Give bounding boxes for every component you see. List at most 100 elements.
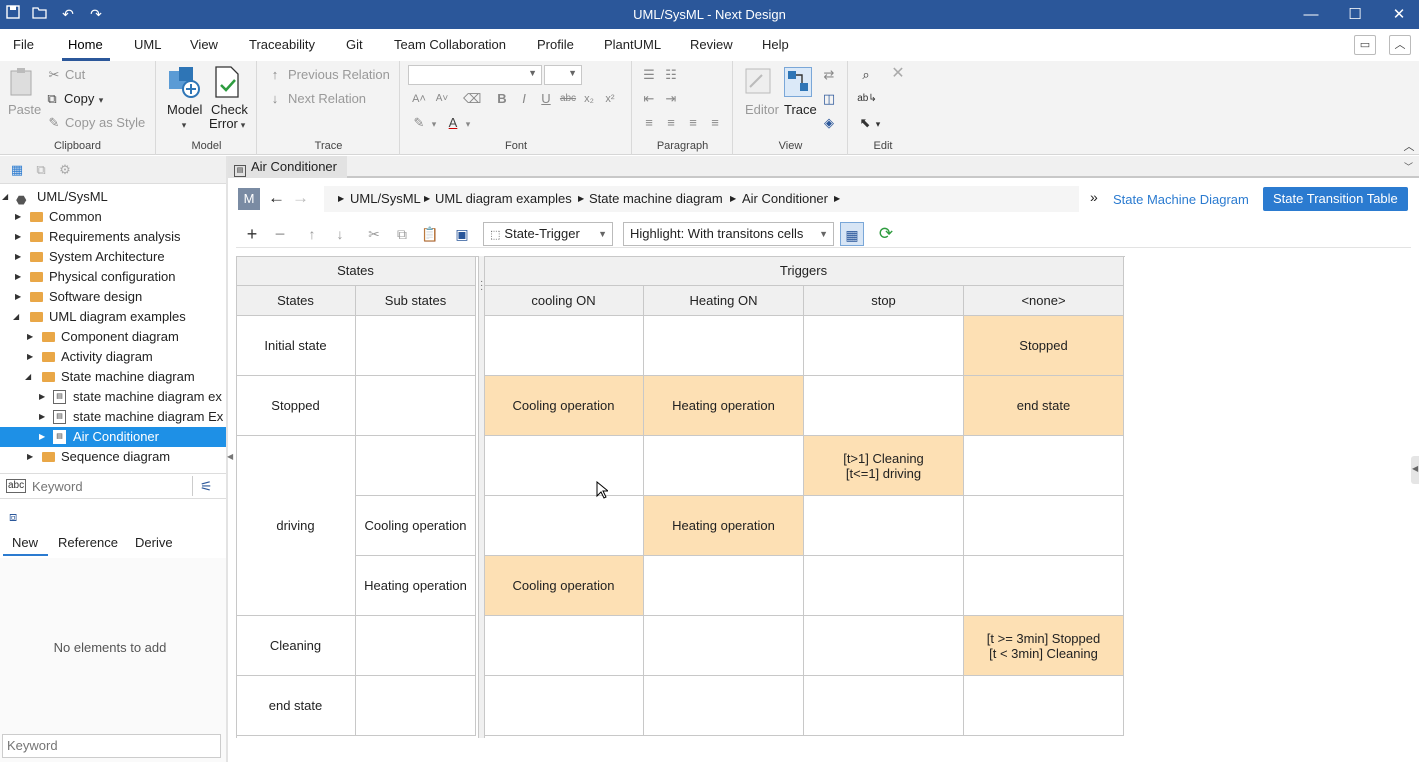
collapse-ribbon-icon[interactable]: ︿ <box>1389 35 1411 55</box>
empty-cell[interactable] <box>804 496 964 556</box>
tab-new[interactable]: New <box>12 535 38 550</box>
empty-cell[interactable] <box>484 496 644 556</box>
transition-cell[interactable]: Heating operation <box>644 496 804 556</box>
ribbon-collapse-icon[interactable]: ︿ <box>1402 139 1416 155</box>
expand-icon[interactable]: ◢ <box>25 367 31 387</box>
transition-cell[interactable]: Cooling operation <box>484 376 644 436</box>
chevron-down-icon[interactable]: ▾ <box>463 116 473 132</box>
trace-view-icon[interactable] <box>784 67 812 97</box>
tree-item[interactable]: ▶ ▤ state machine diagram ex <box>0 387 226 407</box>
empty-cell[interactable] <box>964 496 1124 556</box>
empty-cell[interactable] <box>644 616 804 676</box>
chevron-down-icon[interactable]: ▾ <box>96 92 106 108</box>
tree-item-selected[interactable]: ▶ ▤ Air Conditioner <box>0 427 226 447</box>
highlight-select[interactable]: Highlight: With transitons cells ▼ <box>623 222 834 246</box>
empty-cell[interactable] <box>644 316 804 376</box>
substate-cell[interactable] <box>356 676 476 736</box>
chevron-down-icon[interactable]: ▾ <box>238 117 248 133</box>
menu-plantuml[interactable]: PlantUML <box>604 37 661 52</box>
transition-cell[interactable]: Heating operation <box>644 376 804 436</box>
layout-icon[interactable]: ◫ <box>821 91 837 107</box>
chevron-down-icon[interactable]: ▾ <box>873 116 883 132</box>
previous-relation-button[interactable]: Previous Relation <box>288 67 390 82</box>
subscript-icon[interactable]: x₂ <box>582 91 596 107</box>
tree-item[interactable]: ◢ ⬣ UML/SysML <box>0 187 226 207</box>
copy-button[interactable]: Copy <box>64 91 94 106</box>
tab-air-conditioner[interactable]: ▤ Air Conditioner <box>228 156 347 178</box>
menu-profile[interactable]: Profile <box>537 37 574 52</box>
menu-git[interactable]: Git <box>346 37 363 52</box>
state-cell[interactable]: Stopped <box>236 376 356 436</box>
style-icon[interactable]: ◈ <box>821 115 837 131</box>
menu-view[interactable]: View <box>190 37 218 52</box>
empty-cell[interactable] <box>644 676 804 736</box>
trace-view-button[interactable]: Trace <box>784 102 817 117</box>
state-cell[interactable]: Initial state <box>236 316 356 376</box>
find-icon[interactable]: ⌕ <box>857 67 875 83</box>
overflow-icon[interactable]: » <box>1090 189 1098 205</box>
tree-search-input[interactable] <box>32 478 188 495</box>
font-family-select[interactable]: ▼ <box>408 65 542 85</box>
maximize-button[interactable]: ☐ <box>1333 0 1377 29</box>
remove-icon[interactable]: − <box>270 224 290 244</box>
collapse-icon[interactable]: ▶ <box>15 207 21 227</box>
substate-cell[interactable] <box>356 616 476 676</box>
model-tree-icon[interactable]: ▦ <box>9 162 25 178</box>
tab-derive[interactable]: Derive <box>135 535 173 550</box>
collapse-icon[interactable]: ▶ <box>39 427 45 447</box>
clear-format-icon[interactable]: ⌫ <box>463 91 481 107</box>
strikethrough-icon[interactable]: abc <box>559 91 577 107</box>
cut-icon[interactable]: ✂ <box>364 224 384 244</box>
breadcrumb-item[interactable]: UML/SysML <box>350 191 421 206</box>
empty-cell[interactable] <box>484 436 644 496</box>
paste-label[interactable]: Paste <box>8 102 41 117</box>
justify-icon[interactable]: ≡ <box>707 115 723 131</box>
move-up-icon[interactable]: ↑ <box>302 224 322 244</box>
collapse-left-icon[interactable]: ◀ <box>227 452 233 461</box>
font-size-select[interactable]: ▼ <box>544 65 582 85</box>
substate-cell[interactable] <box>356 436 476 496</box>
tree-item[interactable]: ▶ Requirements analysis <box>0 227 226 247</box>
collapse-icon[interactable]: ▶ <box>15 227 21 247</box>
empty-cell[interactable] <box>804 556 964 616</box>
column-splitter[interactable]: · · · <box>478 256 484 738</box>
empty-cell[interactable] <box>964 676 1124 736</box>
align-center-icon[interactable]: ≡ <box>663 115 679 131</box>
empty-cell[interactable] <box>964 556 1124 616</box>
search-filter-icon[interactable]: abc <box>6 479 27 493</box>
panel-splitter[interactable]: ◀ <box>226 156 233 762</box>
menu-file[interactable]: File <box>13 37 34 52</box>
substate-cell[interactable]: Heating operation <box>356 556 476 616</box>
align-right-icon[interactable]: ≡ <box>685 115 701 131</box>
export-icon[interactable]: ▣ <box>452 224 472 244</box>
comment-icon[interactable]: ▭ <box>1354 35 1376 55</box>
close-button[interactable]: ✕ <box>1377 0 1419 29</box>
outdent-icon[interactable]: ⇤ <box>641 91 657 107</box>
tree-item[interactable]: ▶ Physical configuration <box>0 267 226 287</box>
empty-cell[interactable] <box>484 676 644 736</box>
transition-cell[interactable]: [t >= 3min] Stopped [t < 3min] Cleaning <box>964 616 1124 676</box>
empty-cell[interactable] <box>484 616 644 676</box>
collapse-icon[interactable]: ▶ <box>39 407 45 427</box>
transition-cell[interactable]: [t>1] Cleaning [t<=1] driving <box>804 436 964 496</box>
menu-team-collaboration[interactable]: Team Collaboration <box>394 37 506 52</box>
italic-icon[interactable]: I <box>517 91 531 107</box>
collapse-icon[interactable]: ▶ <box>27 447 33 467</box>
copy-as-style-button[interactable]: Copy as Style <box>65 115 145 130</box>
paste-icon[interactable]: 📋 <box>420 224 440 244</box>
state-cell[interactable]: end state <box>236 676 356 736</box>
tree-item[interactable]: ▶ Sequence diagram <box>0 447 226 467</box>
highlight-color-icon[interactable]: ✎ <box>411 115 427 131</box>
column-header-trigger[interactable]: cooling ON <box>484 286 644 316</box>
tree-item[interactable]: ▶ Software design <box>0 287 226 307</box>
state-cell[interactable]: Cleaning <box>236 616 356 676</box>
tab-reference[interactable]: Reference <box>58 535 118 550</box>
shrink-font-icon[interactable]: A˅ <box>434 91 450 107</box>
menu-traceability[interactable]: Traceability <box>249 37 315 52</box>
collapse-icon[interactable]: ▶ <box>15 247 21 267</box>
align-left-icon[interactable]: ≡ <box>641 115 657 131</box>
breadcrumb-item[interactable]: UML diagram examples <box>435 191 572 206</box>
collapse-icon[interactable]: ▶ <box>15 267 21 287</box>
add-icon[interactable]: + <box>242 224 262 244</box>
breadcrumb-item[interactable]: Air Conditioner <box>742 191 828 206</box>
